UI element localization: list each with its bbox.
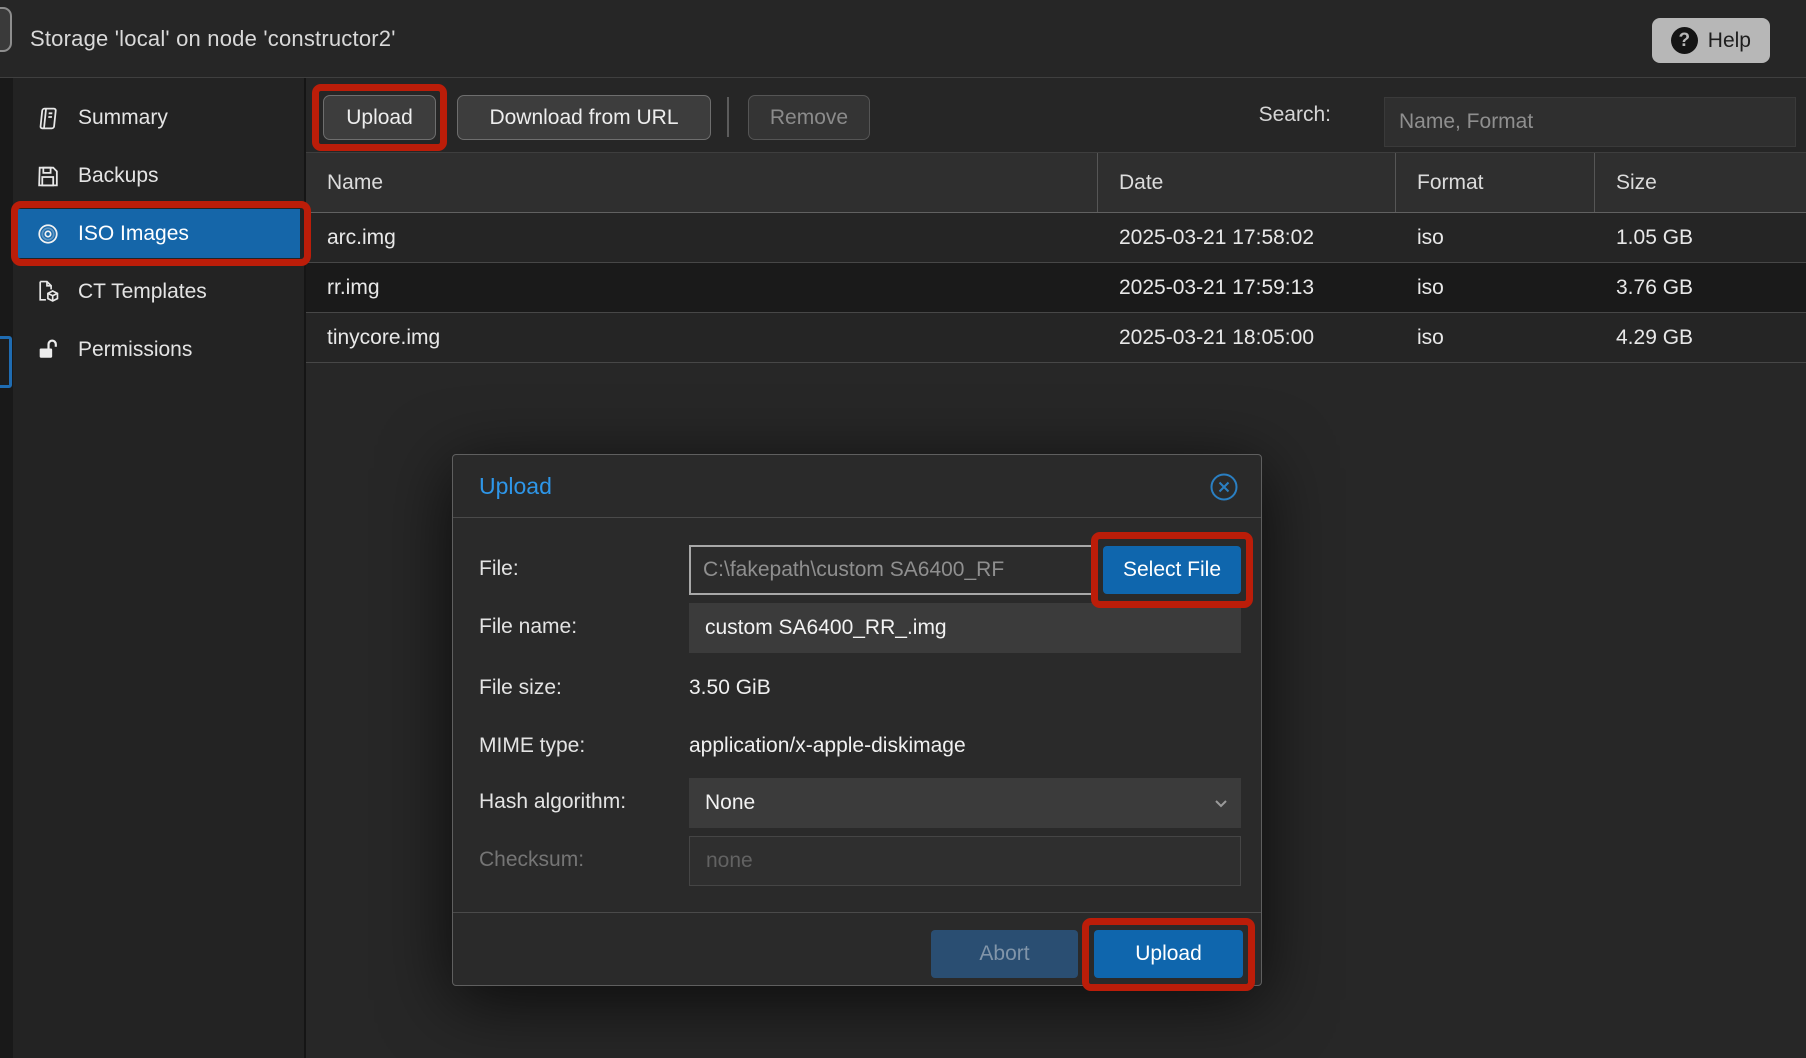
cell-date: 2025-03-21 17:58:02 (1098, 213, 1396, 262)
help-button-label: Help (1708, 29, 1751, 53)
hash-algorithm-value: None (705, 791, 755, 815)
sidebar-item-label: ISO Images (78, 222, 189, 246)
sidebar-item-label: Backups (78, 164, 159, 188)
cell-format: iso (1396, 213, 1595, 262)
dialog-header: Upload (453, 455, 1261, 518)
sidebar-item-backups[interactable]: Backups (13, 151, 300, 200)
cell-date: 2025-03-21 17:59:13 (1098, 263, 1396, 312)
abort-button[interactable]: Abort (931, 930, 1078, 978)
remove-button[interactable]: Remove (748, 95, 870, 140)
sidebar-item-permissions[interactable]: Permissions (13, 325, 300, 374)
sidebar-item-summary[interactable]: Summary (13, 93, 300, 142)
chevron-down-icon (1211, 793, 1231, 813)
cell-size: 1.05 GB (1595, 213, 1806, 262)
close-icon[interactable] (1207, 470, 1241, 504)
file-name-input[interactable] (689, 603, 1241, 653)
checksum-input (689, 836, 1241, 886)
hash-algorithm-select[interactable]: None (689, 778, 1241, 828)
hash-algorithm-label: Hash algorithm: (479, 790, 626, 814)
sidebar-item-label: Summary (78, 106, 168, 130)
file-path-input[interactable] (689, 545, 1093, 595)
mime-type-value: application/x-apple-diskimage (689, 734, 966, 758)
cell-size: 4.29 GB (1595, 313, 1806, 362)
storage-sidebar: Summary Backups ISO Images CT Templates (13, 78, 306, 1058)
table-row[interactable]: rr.img 2025-03-21 17:59:13 iso 3.76 GB (306, 263, 1806, 313)
tree-selection-fragment (0, 336, 12, 388)
book-icon (35, 105, 61, 131)
table-header: Name Date Format Size (306, 152, 1806, 213)
page-title: Storage 'local' on node 'constructor2' (30, 0, 396, 78)
cell-name: tinycore.img (306, 313, 1098, 362)
unlock-icon (35, 337, 61, 363)
cell-size: 3.76 GB (1595, 263, 1806, 312)
dialog-footer-divider (453, 912, 1261, 913)
select-file-button[interactable]: Select File (1103, 546, 1241, 594)
upload-submit-button[interactable]: Upload (1094, 930, 1243, 978)
file-cube-icon (35, 279, 61, 305)
search-input[interactable] (1384, 97, 1796, 147)
file-size-label: File size: (479, 676, 562, 700)
file-label: File: (479, 557, 519, 581)
sidebar-item-ct-templates[interactable]: CT Templates (13, 267, 300, 316)
sidebar-item-iso-images[interactable]: ISO Images (13, 209, 300, 258)
mime-type-label: MIME type: (479, 734, 585, 758)
sidebar-item-label: Permissions (78, 338, 192, 362)
toolbar: Upload Download from URL Remove Search: (306, 78, 1806, 152)
cell-date: 2025-03-21 18:05:00 (1098, 313, 1396, 362)
table-row[interactable]: arc.img 2025-03-21 17:58:02 iso 1.05 GB (306, 213, 1806, 263)
cell-name: arc.img (306, 213, 1098, 262)
help-button[interactable]: ? Help (1652, 18, 1770, 63)
column-header-date[interactable]: Date (1098, 153, 1396, 212)
upload-toolbar-button[interactable]: Upload (323, 95, 436, 140)
cell-format: iso (1396, 263, 1595, 312)
title-bar: Storage 'local' on node 'constructor2' ?… (0, 0, 1806, 78)
checksum-label: Checksum: (479, 848, 584, 872)
dialog-title: Upload (479, 455, 552, 518)
window-edge-fragment (0, 7, 12, 52)
cell-name: rr.img (306, 263, 1098, 312)
column-header-format[interactable]: Format (1396, 153, 1595, 212)
download-from-url-button[interactable]: Download from URL (457, 95, 711, 140)
file-size-value: 3.50 GiB (689, 676, 771, 700)
question-circle-icon: ? (1671, 27, 1698, 54)
toolbar-separator (727, 97, 729, 137)
table-row[interactable]: tinycore.img 2025-03-21 18:05:00 iso 4.2… (306, 313, 1806, 363)
file-name-label: File name: (479, 615, 577, 639)
disc-icon (35, 221, 61, 247)
search-label: Search: (1259, 78, 1331, 152)
sidebar-item-label: CT Templates (78, 280, 207, 304)
column-header-size[interactable]: Size (1595, 153, 1806, 212)
upload-dialog: Upload File: Select File File name: File… (452, 454, 1262, 986)
column-header-name[interactable]: Name (306, 153, 1098, 212)
floppy-icon (35, 163, 61, 189)
cell-format: iso (1396, 313, 1595, 362)
left-edge-strip (0, 78, 13, 1058)
